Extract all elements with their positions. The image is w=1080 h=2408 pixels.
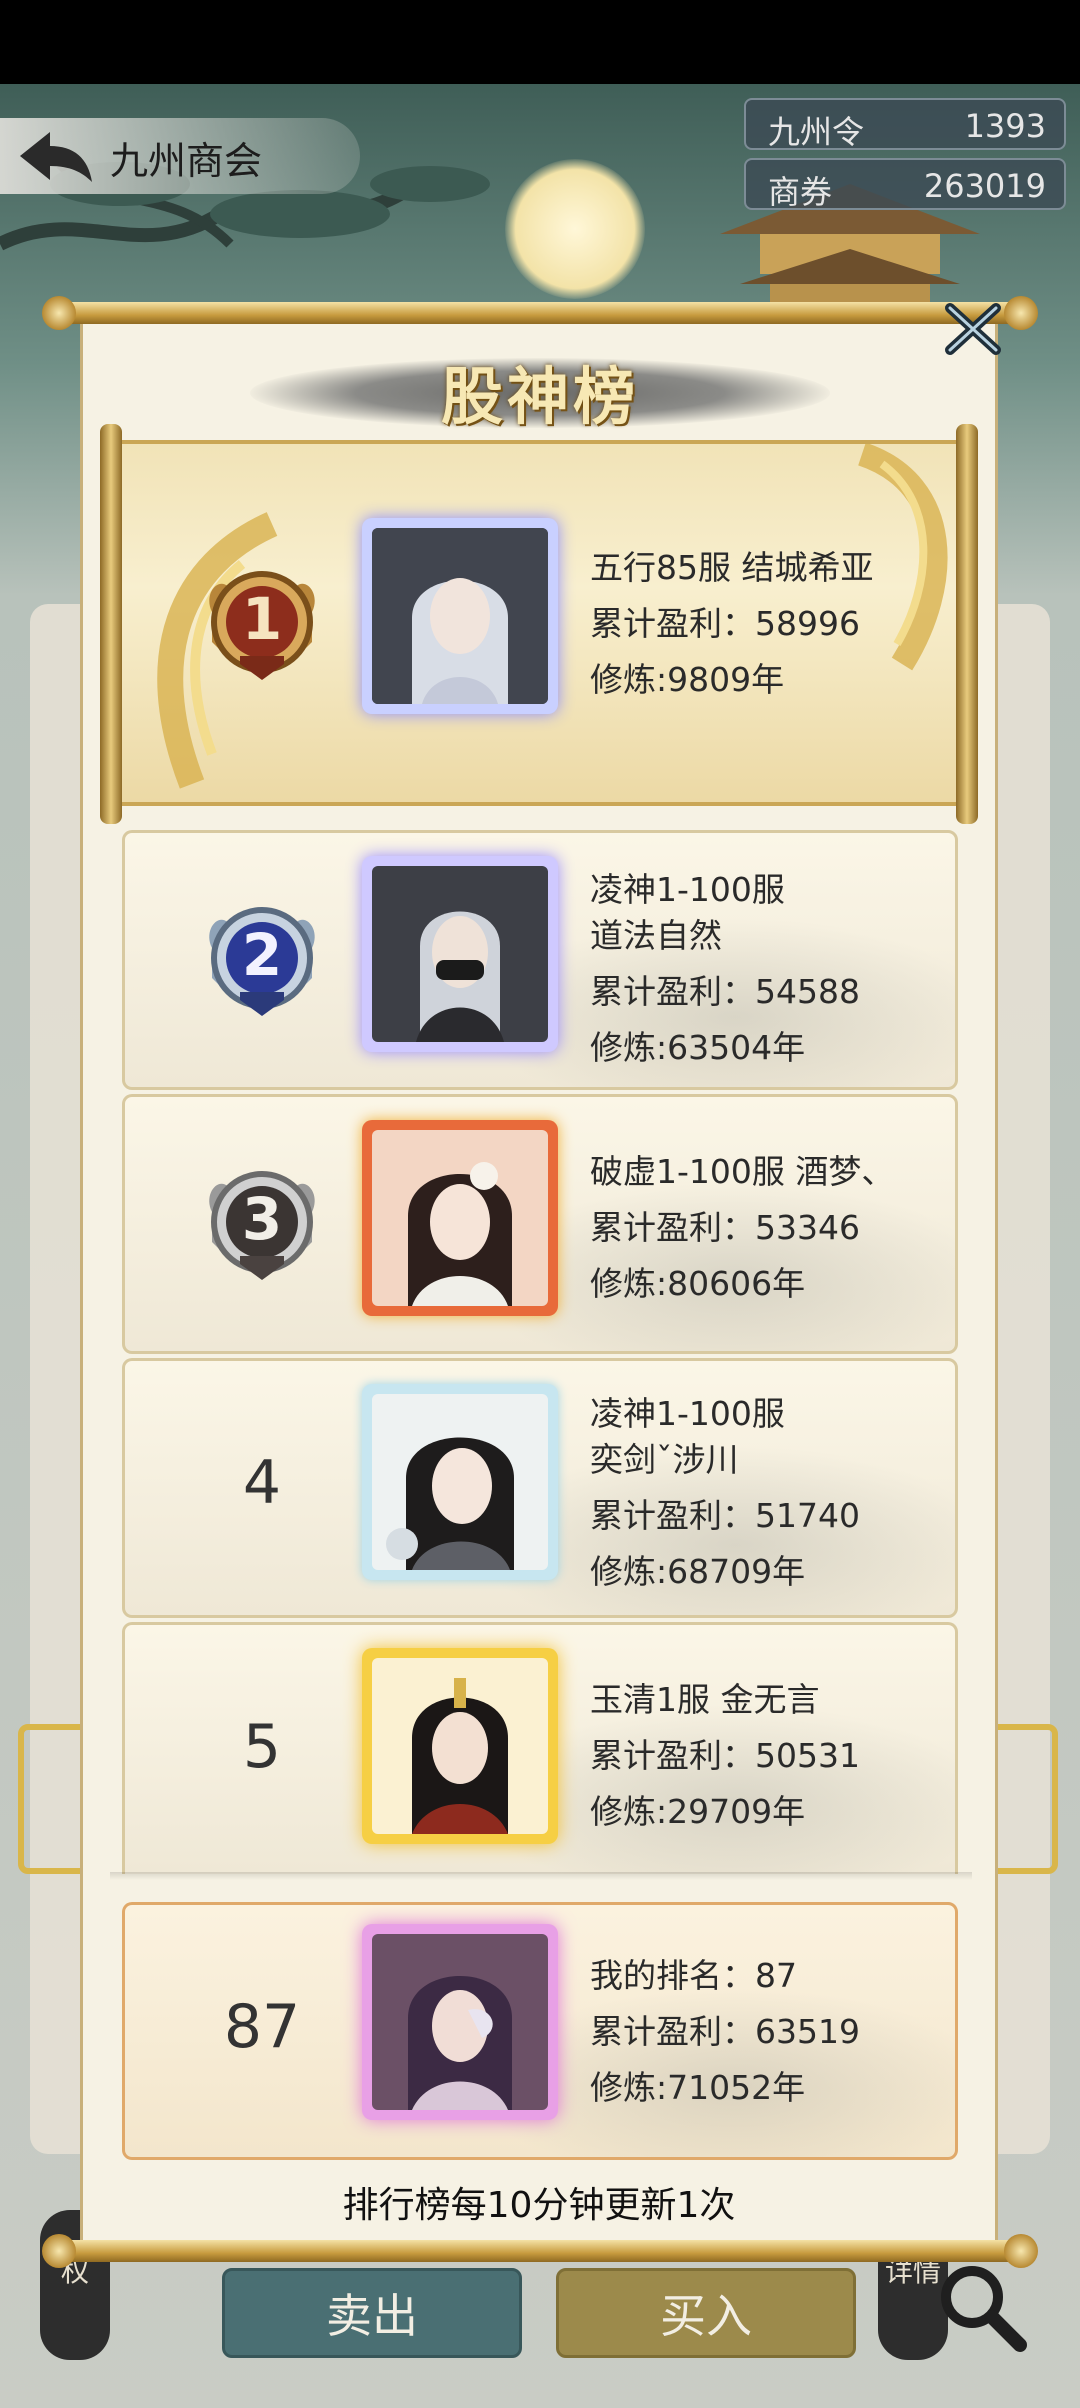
player-name-line2: 奕剑ˇ涉川 <box>590 1440 739 1479</box>
player-cultivation: 修炼:63504年 <box>590 1028 806 1067</box>
avatar <box>372 528 548 704</box>
rank-number: 2 <box>241 921 283 989</box>
currency-value: 263019 <box>923 167 1046 205</box>
page-title: 九州商会 <box>110 139 263 183</box>
player-cultivation: 修炼:9809年 <box>590 660 785 699</box>
player-avatar-frame[interactable] <box>362 518 558 714</box>
character-portrait <box>372 1934 548 2110</box>
rod-cap <box>42 2234 76 2268</box>
player-name: 破虚1-100服 酒梦、 <box>590 1152 895 1191</box>
rod-cap <box>1004 2234 1038 2268</box>
rank-number: 4 <box>242 1448 282 1518</box>
player-avatar-frame[interactable] <box>362 856 558 1052</box>
my-rank-label: 我的排名：87 <box>590 1956 797 1995</box>
character-portrait <box>372 528 548 704</box>
player-info: 玉清1服 金无言 累计盈利：50531 修炼:29709年 <box>590 1672 860 1840</box>
scroll-end-left <box>100 424 122 824</box>
modal-title: 股神榜 <box>440 360 639 433</box>
character-portrait <box>372 866 548 1042</box>
rank-number: 1 <box>241 585 283 653</box>
avatar <box>372 866 548 1042</box>
close-icon[interactable] <box>942 298 1004 360</box>
player-profit: 累计盈利：53346 <box>590 1208 860 1247</box>
player-avatar-frame[interactable] <box>362 1648 558 1844</box>
player-info: 五行85服 结城希亚 累计盈利：58996 修炼:9809年 <box>590 540 873 708</box>
avatar <box>372 1658 548 1834</box>
modal-title-banner: 股神榜 <box>250 340 830 440</box>
player-avatar-frame[interactable] <box>362 1384 558 1580</box>
player-info: 破虚1-100服 酒梦、 累计盈利：53346 修炼:80606年 <box>590 1144 894 1312</box>
player-info: 凌神1-100服 奕剑ˇ涉川 累计盈利：51740 修炼:68709年 <box>590 1386 860 1600</box>
player-cultivation: 修炼:29709年 <box>590 1792 806 1831</box>
player-profit: 累计盈利：54588 <box>590 972 860 1011</box>
rank-number: 5 <box>242 1712 282 1782</box>
search-icon[interactable] <box>930 2255 1030 2355</box>
status-bar <box>0 0 1080 84</box>
scroll-rod-top <box>45 302 1035 324</box>
character-portrait <box>372 1130 548 1306</box>
character-portrait <box>372 1394 548 1570</box>
my-avatar-frame[interactable] <box>362 1924 558 2120</box>
sell-button[interactable]: 卖出 <box>222 2268 522 2358</box>
my-cultivation: 修炼:71052年 <box>590 2068 806 2107</box>
buy-button[interactable]: 买入 <box>556 2268 856 2358</box>
player-profit: 累计盈利：50531 <box>590 1736 860 1775</box>
my-info: 我的排名：87 累计盈利：63519 修炼:71052年 <box>590 1948 860 2116</box>
player-name: 玉清1服 金无言 <box>590 1680 820 1719</box>
scroll-end-right <box>956 424 978 824</box>
player-name: 五行85服 结城希亚 <box>590 548 874 587</box>
avatar <box>372 1394 548 1570</box>
player-cultivation: 修炼:68709年 <box>590 1552 806 1591</box>
scroll-rod-bottom <box>45 2240 1035 2262</box>
avatar <box>372 1934 548 2110</box>
currency-jiuzhou-token: 九州令 1393 <box>744 98 1066 151</box>
player-profit: 累计盈利：51740 <box>590 1496 860 1535</box>
currency-label: 商券 <box>768 173 833 211</box>
rank-number: 3 <box>241 1185 283 1253</box>
currency-voucher: 商券 263019 <box>744 158 1066 211</box>
character-portrait <box>372 1658 548 1834</box>
player-info: 凌神1-100服 道法自然 累计盈利：54588 修炼:63504年 <box>590 862 860 1076</box>
rod-cap <box>1004 296 1038 330</box>
player-cultivation: 修炼:80606年 <box>590 1264 806 1303</box>
my-profit: 累计盈利：63519 <box>590 2012 860 2051</box>
update-note: 排行榜每10分钟更新1次 <box>342 2185 736 2226</box>
rod-cap <box>42 296 76 330</box>
top-nav: 九州商会 <box>0 118 360 194</box>
player-profit: 累计盈利：58996 <box>590 604 860 643</box>
my-rank-number: 87 <box>223 1992 301 2062</box>
avatar <box>372 1130 548 1306</box>
currency-label: 九州令 <box>768 113 865 151</box>
list-bottom-shadow <box>110 1872 972 1880</box>
currency-value: 1393 <box>964 107 1046 145</box>
back-arrow-icon[interactable] <box>14 126 96 186</box>
player-avatar-frame[interactable] <box>362 1120 558 1316</box>
